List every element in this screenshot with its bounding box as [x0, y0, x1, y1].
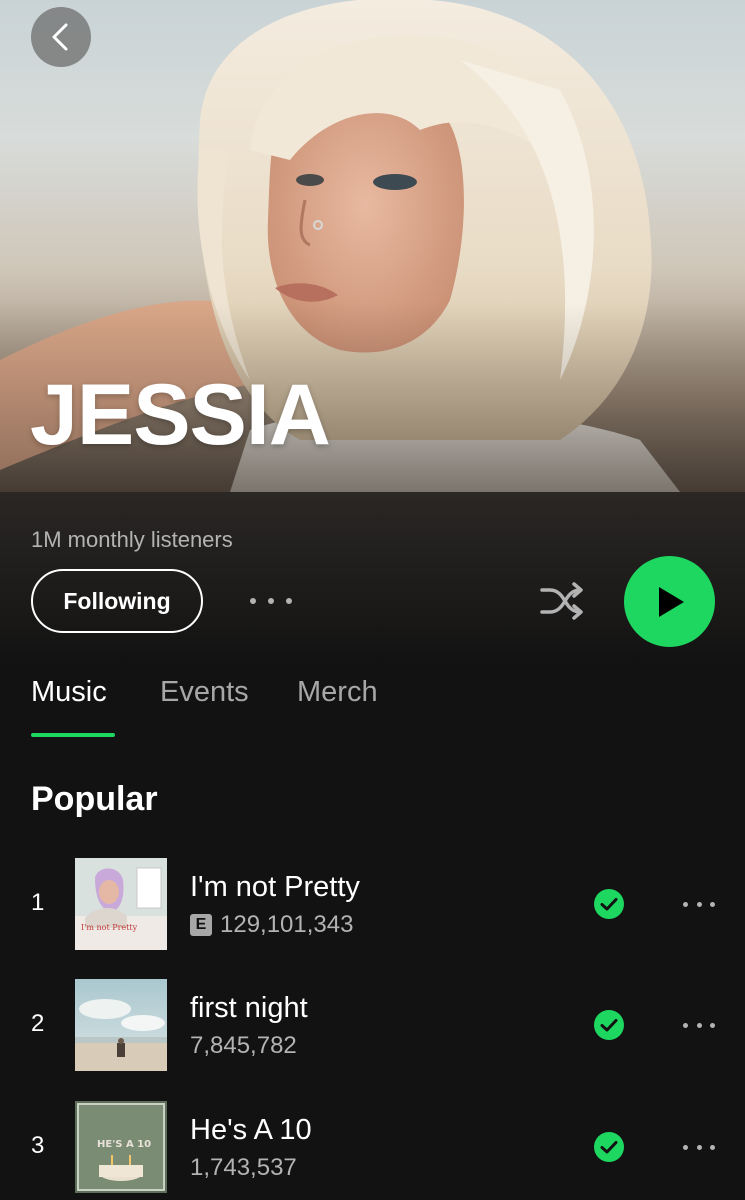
track-rank: 1	[31, 889, 45, 916]
more-options-button[interactable]	[250, 588, 292, 614]
tab-merch[interactable]: Merch	[297, 676, 378, 709]
chevron-left-icon	[52, 23, 68, 51]
shuffle-icon	[540, 582, 583, 620]
track-plays: 1,743,537	[190, 1154, 297, 1181]
play-button[interactable]	[624, 556, 715, 647]
back-button[interactable]	[31, 7, 91, 67]
monthly-listeners: 1M monthly listeners	[31, 527, 233, 552]
track-rank: 2	[31, 1010, 45, 1037]
tab-events[interactable]: Events	[160, 676, 249, 709]
more-horizontal-icon	[250, 598, 256, 604]
track-rank: 3	[31, 1132, 45, 1159]
artist-name: JESSIA	[30, 367, 331, 463]
shuffle-button[interactable]	[538, 578, 588, 624]
more-horizontal-icon	[683, 1022, 688, 1028]
track-cover	[75, 979, 167, 1071]
following-button[interactable]: Following	[31, 569, 203, 633]
track-row[interactable]: 2 first night 7,845,782	[0, 979, 745, 1073]
track-plays: 129,101,343	[220, 911, 354, 938]
artist-hero: JESSIA	[0, 0, 745, 492]
check-circle-icon[interactable]	[593, 1131, 625, 1163]
check-circle-icon[interactable]	[593, 1009, 625, 1041]
more-horizontal-icon	[683, 1144, 688, 1150]
track-cover: HE'S A 10	[75, 1101, 167, 1193]
track-more-button[interactable]	[683, 898, 715, 910]
play-icon	[658, 586, 684, 617]
track-title: first night	[190, 992, 308, 1024]
more-horizontal-icon	[683, 901, 688, 907]
active-tab-indicator	[31, 733, 115, 737]
track3-cover-caption: HE'S A 10	[97, 1139, 151, 1150]
track-row[interactable]: 1 I'm not Pretty I'm not Pretty E 129,10…	[0, 858, 745, 952]
track-title: I'm not Pretty	[190, 871, 360, 903]
track-cover: I'm not Pretty	[75, 858, 167, 950]
explicit-badge: E	[190, 914, 212, 936]
track-title: He's A 10	[190, 1114, 312, 1146]
tab-music[interactable]: Music	[31, 676, 107, 709]
track-row[interactable]: 3 HE'S A 10 He's A 10 1,743,537	[0, 1101, 745, 1195]
check-circle-icon[interactable]	[593, 888, 625, 920]
track-more-button[interactable]	[683, 1141, 715, 1153]
track1-cover-caption: I'm not Pretty	[81, 923, 138, 932]
track-plays: 7,845,782	[190, 1032, 297, 1059]
track-more-button[interactable]	[683, 1019, 715, 1031]
popular-section-title: Popular	[31, 780, 158, 818]
